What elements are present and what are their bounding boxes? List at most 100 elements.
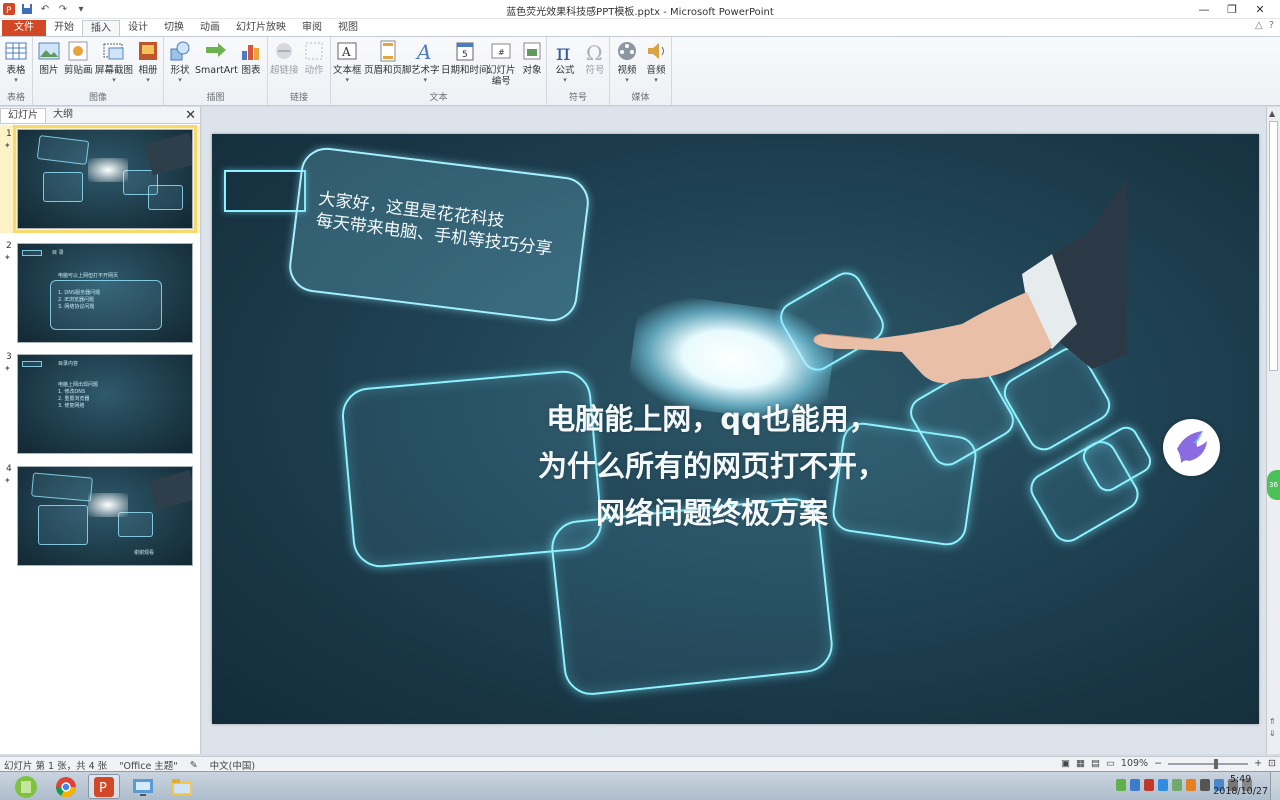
guard-icon[interactable] bbox=[1186, 779, 1196, 791]
pointing-hand-image bbox=[813, 179, 1127, 383]
svg-text:A: A bbox=[415, 40, 431, 63]
security-icon[interactable] bbox=[1130, 779, 1140, 791]
object-button[interactable]: 对象 bbox=[520, 39, 544, 76]
tab-transitions[interactable]: 切换 bbox=[156, 20, 192, 36]
scroll-up-icon[interactable]: ▲ bbox=[1269, 109, 1275, 118]
tab-slides[interactable]: 幻灯片 bbox=[0, 108, 46, 123]
tab-outline[interactable]: 大纲 bbox=[46, 108, 80, 123]
header-footer-button[interactable]: 页眉和页脚 bbox=[364, 39, 412, 76]
tab-review[interactable]: 审阅 bbox=[294, 20, 330, 36]
vertical-scrollbar[interactable]: ▲ ⇑ ⇓ bbox=[1266, 107, 1280, 754]
ribbon: 表格 ▾ 表格 图片 剪贴画 屏幕截图 ▾ 相册 ▾ 图像 形状 ▾ Smart… bbox=[0, 36, 1280, 106]
title-line-1: 电脑能上网，qq也能用， bbox=[546, 402, 878, 436]
slide-thumbnail-1[interactable] bbox=[13, 125, 197, 233]
next-slide-icon[interactable]: ⇓ bbox=[1269, 729, 1276, 738]
reading-view-icon[interactable]: ▤ bbox=[1091, 758, 1100, 769]
tab-home[interactable]: 开始 bbox=[46, 20, 82, 36]
slide-thumbnail-2[interactable]: 目 录 电脑可以上网但打不开网页 1. DNS服务器问题 2. IE浏览器问题 … bbox=[17, 243, 193, 343]
chart-button[interactable]: 图表 bbox=[239, 39, 263, 76]
zoom-level[interactable]: 109% bbox=[1121, 758, 1148, 769]
shapes-button[interactable]: 形状 ▾ bbox=[168, 39, 192, 84]
action-button[interactable]: 动作 bbox=[302, 39, 326, 76]
maximize-button[interactable]: ❐ bbox=[1218, 1, 1246, 17]
minimize-button[interactable]: — bbox=[1190, 1, 1218, 17]
smartart-button[interactable]: SmartArt bbox=[195, 39, 238, 76]
network-icon[interactable] bbox=[1158, 779, 1168, 791]
collapse-ribbon-icon[interactable]: △ bbox=[1255, 20, 1263, 31]
slide-thumbnail-row-4[interactable]: 4 ✦ 谢谢观看 bbox=[0, 460, 200, 568]
audio-button[interactable]: 音频 ▾ bbox=[644, 39, 668, 84]
slide-thumbnail-4[interactable]: 谢谢观看 bbox=[17, 466, 193, 566]
slide-number-icon: # bbox=[491, 43, 511, 59]
slide-thumbnail-row-1[interactable]: 1 ✦ bbox=[0, 125, 200, 233]
clipart-icon bbox=[68, 41, 88, 61]
group-label-symbols: 符号 bbox=[568, 93, 587, 103]
clipart-button[interactable]: 剪贴画 bbox=[64, 39, 93, 76]
floating-badge[interactable]: 36 bbox=[1267, 470, 1280, 500]
symbol-button[interactable]: Ω 符号 bbox=[583, 39, 607, 76]
language-status[interactable]: 中文(中国) bbox=[210, 758, 255, 772]
wordart-button[interactable]: A 艺术字 ▾ bbox=[411, 39, 440, 84]
app-tray-icon[interactable] bbox=[1144, 779, 1154, 791]
group-images: 图片 剪贴画 屏幕截图 ▾ 相册 ▾ 图像 bbox=[33, 37, 164, 105]
slide-canvas[interactable]: 大家好，这里是花花科技 每天带来电脑、手机等技巧分享 电脑能上网，qq也能用， … bbox=[212, 134, 1259, 724]
prev-slide-icon[interactable]: ⇑ bbox=[1269, 717, 1276, 726]
album-button[interactable]: 相册 ▾ bbox=[136, 39, 160, 84]
slide-number-button[interactable]: # 幻灯片 编号 bbox=[487, 39, 516, 87]
datetime-button[interactable]: 5 日期和时间 bbox=[441, 39, 489, 76]
animation-icon: ✦ bbox=[4, 141, 11, 150]
animation-icon: ✦ bbox=[4, 253, 11, 262]
ime-icon[interactable] bbox=[1172, 779, 1182, 791]
equation-button[interactable]: π 公式 ▾ bbox=[553, 39, 577, 84]
battery-icon[interactable] bbox=[1116, 779, 1126, 791]
screenshot-icon bbox=[103, 43, 124, 60]
close-pane-icon[interactable]: ✕ bbox=[185, 108, 196, 123]
tab-view[interactable]: 视图 bbox=[330, 20, 366, 36]
close-button[interactable]: ✕ bbox=[1246, 1, 1274, 17]
status-bar: 幻灯片 第 1 张，共 4 张 "Office 主题" ✎ 中文(中国) ▣ ▦… bbox=[0, 756, 1280, 772]
zoom-out-button[interactable]: − bbox=[1154, 758, 1162, 769]
spellcheck-icon[interactable]: ✎ bbox=[190, 760, 198, 771]
sorter-view-icon[interactable]: ▦ bbox=[1076, 758, 1085, 769]
slide-thumbnail-row-2[interactable]: 2 ✦ 目 录 电脑可以上网但打不开网页 1. DNS服务器问题 2. IE浏览… bbox=[0, 237, 200, 345]
zoom-slider[interactable] bbox=[1168, 758, 1249, 769]
picture-button[interactable]: 图片 bbox=[37, 39, 61, 76]
table-button[interactable]: 表格 ▾ bbox=[4, 39, 28, 84]
slide-thumbnail-3[interactable]: 目录内容 电脑上网出现问题 1. 修改DNS 2. 重置浏览器 3. 修复网络 bbox=[17, 354, 193, 454]
hyperlink-button[interactable]: 超链接 bbox=[270, 39, 299, 76]
group-label-illustrations: 插图 bbox=[206, 93, 225, 103]
clock-time: 5:49 bbox=[1229, 774, 1252, 785]
normal-view-icon[interactable]: ▣ bbox=[1061, 758, 1070, 769]
tab-design[interactable]: 设计 bbox=[120, 20, 156, 36]
video-button[interactable]: 视频 ▾ bbox=[615, 39, 639, 84]
tab-slideshow[interactable]: 幻灯片放映 bbox=[228, 20, 294, 36]
help-icon[interactable]: ? bbox=[1269, 20, 1274, 31]
shapes-icon bbox=[170, 41, 190, 61]
omega-icon: Ω bbox=[586, 41, 603, 63]
powerpoint-taskbar-icon[interactable]: P bbox=[88, 774, 120, 799]
remote-desktop-taskbar-icon[interactable] bbox=[127, 774, 159, 799]
fit-window-icon[interactable]: ⊡ bbox=[1268, 758, 1276, 769]
zoom-in-button[interactable]: + bbox=[1254, 758, 1262, 769]
clock[interactable]: 5:49 2018/10/27 bbox=[1213, 774, 1268, 798]
tab-insert[interactable]: 插入 bbox=[82, 20, 120, 36]
explorer-taskbar-icon[interactable] bbox=[166, 774, 198, 799]
show-desktop-button[interactable] bbox=[1270, 772, 1280, 800]
chrome-taskbar-icon[interactable] bbox=[50, 774, 82, 799]
start-button[interactable] bbox=[10, 774, 42, 799]
ribbon-tabs: 文件 开始 插入 设计 切换 动画 幻灯片放映 审阅 视图 △ ? bbox=[0, 19, 1280, 36]
svg-text:5: 5 bbox=[462, 50, 468, 60]
slide-title[interactable]: 电脑能上网，qq也能用， 为什么所有的网页打不开， 网络问题终极方案 bbox=[482, 396, 942, 537]
screenshot-button[interactable]: 屏幕截图 ▾ bbox=[95, 39, 133, 84]
textbox-button[interactable]: A 文本框 ▾ bbox=[333, 39, 362, 84]
slideshow-view-icon[interactable]: ▭ bbox=[1106, 758, 1115, 769]
group-label-images: 图像 bbox=[88, 93, 107, 103]
slide-thumbnail-row-3[interactable]: 3 ✦ 目录内容 电脑上网出现问题 1. 修改DNS 2. 重置浏览器 3. 修… bbox=[0, 348, 200, 456]
tab-animations[interactable]: 动画 bbox=[192, 20, 228, 36]
tab-file[interactable]: 文件 bbox=[2, 20, 46, 36]
scroll-thumb[interactable] bbox=[1269, 121, 1278, 371]
svg-text:#: # bbox=[498, 48, 505, 57]
header-footer-icon bbox=[380, 40, 396, 62]
svg-text:Ω: Ω bbox=[586, 41, 603, 63]
bluetooth-icon[interactable] bbox=[1200, 779, 1210, 791]
